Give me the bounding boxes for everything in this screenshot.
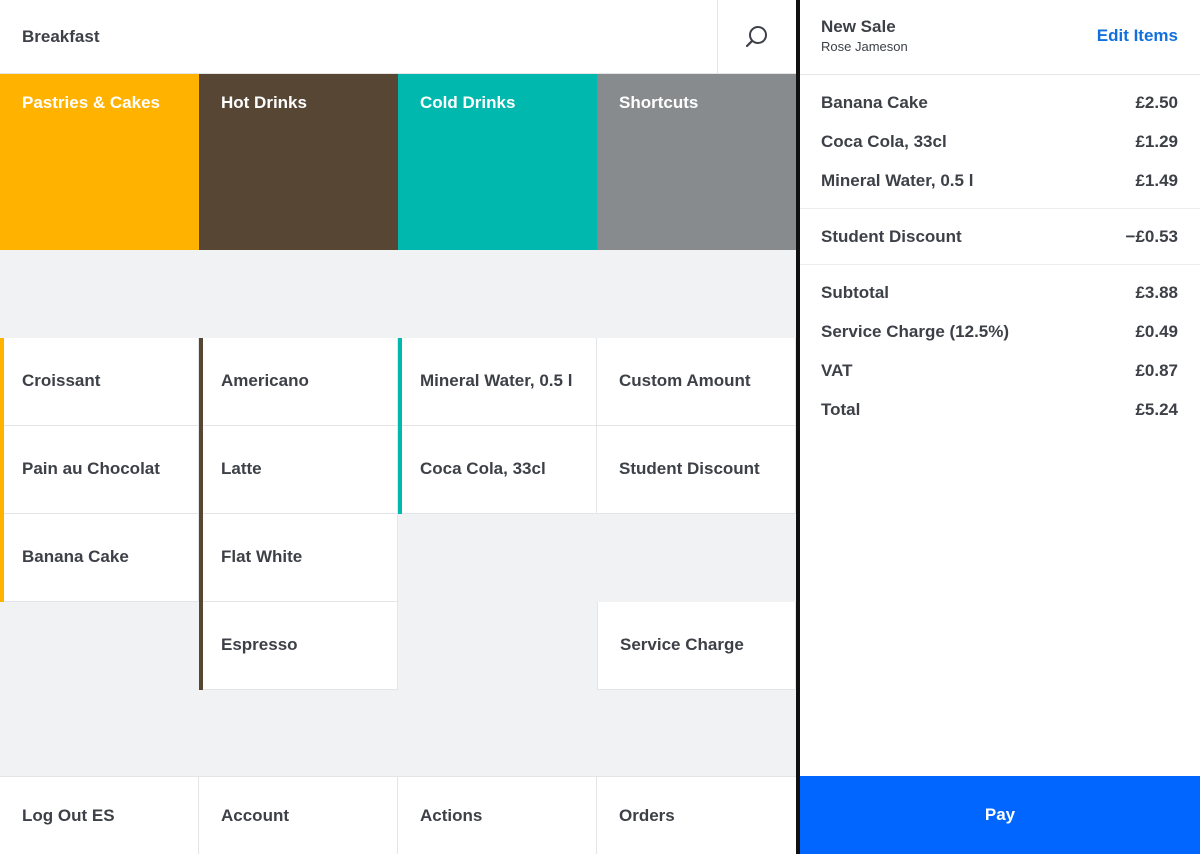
total-amount: £5.24 bbox=[1135, 400, 1178, 419]
item-croissant[interactable]: Croissant bbox=[0, 338, 199, 426]
category-label: Cold Drinks bbox=[420, 93, 516, 112]
category-cold-drinks[interactable]: Cold Drinks bbox=[398, 74, 597, 250]
line-item-name: Mineral Water, 0.5 l bbox=[821, 171, 974, 190]
shortcut-custom-amount[interactable]: Custom Amount bbox=[597, 338, 796, 426]
sale-panel: New Sale Rose Jameson Edit Items Banana … bbox=[800, 0, 1200, 854]
item-coca-cola[interactable]: Coca Cola, 33cl bbox=[398, 426, 597, 514]
discount-line[interactable]: Student Discount −£0.53 bbox=[821, 225, 1178, 249]
discount-amount: −£0.53 bbox=[1125, 227, 1178, 246]
shortcut-service-charge[interactable]: Service Charge bbox=[597, 602, 796, 690]
item-label: Flat White bbox=[221, 547, 303, 567]
total-label: Subtotal bbox=[821, 283, 889, 302]
category-label: Shortcuts bbox=[619, 93, 699, 112]
line-item-name: Coca Cola, 33cl bbox=[821, 132, 947, 151]
category-label: Hot Drinks bbox=[221, 93, 307, 112]
top-bar: Breakfast bbox=[0, 0, 796, 74]
total-amount: £0.87 bbox=[1135, 361, 1178, 380]
nav-label: Orders bbox=[619, 806, 675, 825]
total-label: Total bbox=[821, 400, 861, 419]
vat-line: VAT £0.87 bbox=[821, 359, 1178, 383]
item-label: Coca Cola, 33cl bbox=[420, 459, 546, 479]
service-charge-line: Service Charge (12.5%) £0.49 bbox=[821, 320, 1178, 344]
line-item-amount: £1.49 bbox=[1135, 171, 1178, 190]
logout-button[interactable]: Log Out ES bbox=[0, 777, 199, 854]
item-label: Service Charge bbox=[620, 635, 744, 655]
sale-line-item[interactable]: Banana Cake £2.50 bbox=[821, 91, 1178, 115]
page-title: Breakfast bbox=[22, 27, 100, 46]
account-button[interactable]: Account bbox=[199, 777, 398, 854]
pay-label: Pay bbox=[984, 805, 1016, 824]
item-label: Espresso bbox=[221, 635, 298, 655]
category-shortcuts[interactable]: Shortcuts bbox=[597, 74, 796, 250]
item-flat-white[interactable]: Flat White bbox=[199, 514, 398, 602]
item-label: Student Discount bbox=[619, 459, 760, 479]
item-latte[interactable]: Latte bbox=[199, 426, 398, 514]
register-panel: Breakfast Pastries & Cakes Hot Drinks Co… bbox=[0, 0, 796, 854]
pay-button[interactable]: Pay bbox=[800, 776, 1200, 854]
line-item-amount: £2.50 bbox=[1135, 93, 1178, 112]
total-amount: £3.88 bbox=[1135, 283, 1178, 302]
section-divider bbox=[800, 208, 1200, 209]
category-color-bar bbox=[398, 338, 402, 514]
search-icon bbox=[745, 26, 767, 48]
customer-name: Rose Jameson bbox=[821, 39, 908, 54]
orders-button[interactable]: Orders bbox=[597, 777, 796, 854]
section-divider bbox=[800, 264, 1200, 265]
item-label: Americano bbox=[221, 371, 309, 391]
item-label: Latte bbox=[221, 459, 262, 479]
nav-label: Account bbox=[221, 806, 289, 825]
bottom-nav: Log Out ES Account Actions Orders bbox=[0, 776, 796, 854]
sale-header: New Sale Rose Jameson Edit Items bbox=[800, 0, 1200, 75]
line-item-name: Banana Cake bbox=[821, 93, 928, 112]
total-label: VAT bbox=[821, 361, 853, 380]
item-label: Croissant bbox=[22, 371, 101, 391]
grand-total-line: Total £5.24 bbox=[821, 398, 1178, 422]
category-color-bar bbox=[199, 338, 203, 690]
category-pastries-cakes[interactable]: Pastries & Cakes bbox=[0, 74, 199, 250]
discount-name: Student Discount bbox=[821, 227, 962, 246]
item-americano[interactable]: Americano bbox=[199, 338, 398, 426]
shortcut-student-discount[interactable]: Student Discount bbox=[597, 426, 796, 514]
item-label: Custom Amount bbox=[619, 371, 751, 391]
search-button[interactable] bbox=[717, 0, 796, 74]
item-pain-au-chocolat[interactable]: Pain au Chocolat bbox=[0, 426, 199, 514]
line-item-amount: £1.29 bbox=[1135, 132, 1178, 151]
total-label: Service Charge (12.5%) bbox=[821, 322, 1010, 341]
item-label: Pain au Chocolat bbox=[22, 459, 160, 479]
category-color-bar bbox=[0, 338, 4, 602]
item-mineral-water[interactable]: Mineral Water, 0.5 l bbox=[398, 338, 597, 426]
nav-label: Log Out ES bbox=[22, 806, 115, 825]
sale-line-item[interactable]: Coca Cola, 33cl £1.29 bbox=[821, 130, 1178, 154]
item-label: Banana Cake bbox=[22, 547, 129, 567]
sale-title: New Sale bbox=[821, 17, 896, 36]
item-label: Mineral Water, 0.5 l bbox=[420, 371, 573, 391]
item-banana-cake[interactable]: Banana Cake bbox=[0, 514, 199, 602]
subtotal-line: Subtotal £3.88 bbox=[821, 281, 1178, 305]
actions-button[interactable]: Actions bbox=[398, 777, 597, 854]
nav-label: Actions bbox=[420, 806, 483, 825]
category-label: Pastries & Cakes bbox=[22, 93, 160, 112]
item-espresso[interactable]: Espresso bbox=[199, 602, 398, 690]
category-hot-drinks[interactable]: Hot Drinks bbox=[199, 74, 398, 250]
sale-line-item[interactable]: Mineral Water, 0.5 l £1.49 bbox=[821, 169, 1178, 193]
edit-items-button[interactable]: Edit Items bbox=[1097, 26, 1178, 46]
total-amount: £0.49 bbox=[1135, 322, 1178, 341]
